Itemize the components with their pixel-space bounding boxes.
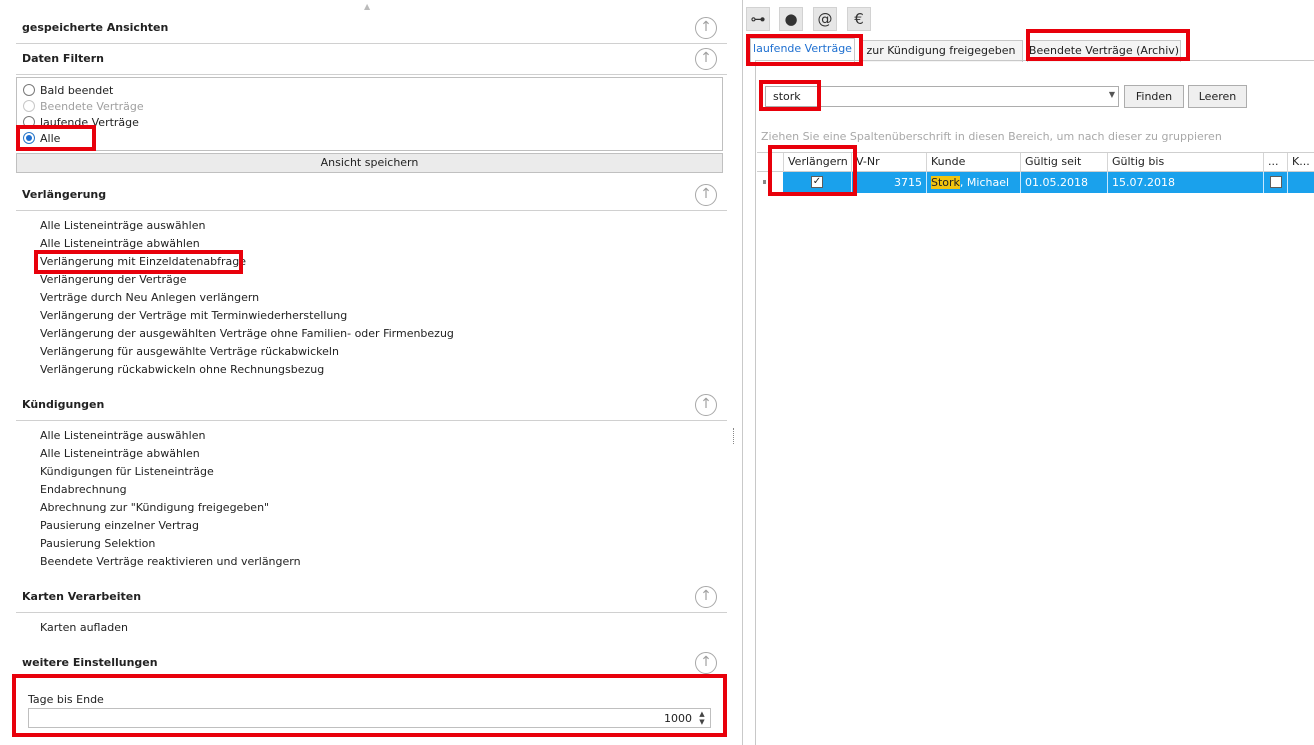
column-header-gueltig-bis[interactable]: Gültig bis	[1107, 153, 1263, 172]
action-link[interactable]: Verlängerung rückabwickeln ohne Rechnung…	[40, 361, 454, 379]
save-view-button[interactable]: Ansicht speichern	[16, 153, 723, 173]
scroll-up-icon[interactable]: ▲	[364, 2, 370, 11]
action-link[interactable]: Verlängerung für ausgewählte Verträge rü…	[40, 343, 454, 361]
action-link[interactable]: Verlängerung der ausgewählten Verträge o…	[40, 325, 454, 343]
days-until-end-label: Tage bis Ende	[28, 693, 104, 706]
collapse-icon[interactable]: ↑	[695, 184, 717, 206]
action-link[interactable]: Endabrechnung	[40, 481, 301, 499]
cancellation-actions: Alle Listeneinträge auswählen Alle Liste…	[40, 427, 301, 571]
column-header-extra[interactable]: ...	[1263, 153, 1287, 172]
group-by-hint: Ziehen Sie eine Spaltenüberschrift in di…	[761, 130, 1222, 143]
radio-icon[interactable]	[23, 116, 35, 128]
section-saved-views[interactable]: gespeicherte Ansichten ↑	[16, 13, 727, 44]
radio-beendete-vertraege: Beendete Verträge	[23, 98, 144, 114]
column-header-verlaengern[interactable]: Verlängern	[783, 153, 851, 172]
radio-label: Beendete Verträge	[40, 99, 144, 113]
radio-icon[interactable]	[23, 84, 35, 96]
radio-label: Bald beendet	[40, 83, 114, 97]
action-link[interactable]: Karten aufladen	[40, 619, 128, 637]
cell-gueltig-seit: 01.05.2018	[1020, 172, 1107, 193]
action-link[interactable]: Verlängerung der Verträge mit Terminwied…	[40, 307, 454, 325]
column-header-gueltig-seit[interactable]: Gültig seit	[1020, 153, 1107, 172]
action-link[interactable]: Pausierung Selektion	[40, 535, 301, 553]
section-cards[interactable]: Karten Verarbeiten ↑	[16, 582, 727, 613]
extra-checkbox[interactable]	[1270, 176, 1282, 188]
renewal-actions: Alle Listeneinträge auswählen Alle Liste…	[40, 217, 454, 379]
radio-alle[interactable]: Alle	[23, 130, 60, 146]
clear-button[interactable]: Leeren	[1188, 85, 1247, 108]
filter-options: Bald beendet Beendete Verträge laufende …	[16, 77, 723, 151]
tab-zur-kuendigung[interactable]: zur Kündigung freigegeben	[859, 40, 1023, 62]
tab-laufende-vertraege[interactable]: laufende Verträge	[750, 38, 855, 62]
radio-icon	[23, 100, 35, 112]
column-header-k[interactable]: K...	[1287, 153, 1314, 172]
left-panel: ▲ gespeicherte Ansichten ↑ Daten Filtern…	[0, 0, 735, 745]
panel-splitter[interactable]	[742, 0, 743, 745]
action-link[interactable]: Alle Listeneinträge auswählen	[40, 427, 301, 445]
radio-laufende-vertraege[interactable]: laufende Verträge	[23, 114, 139, 130]
spinner-icon[interactable]: ▲ ▼	[697, 710, 707, 726]
action-link[interactable]: Pausierung einzelner Vertrag	[40, 517, 301, 535]
action-link[interactable]: Alle Listeneinträge auswählen	[40, 217, 454, 235]
table-row[interactable]: ✓ 3715 Stork, Michael 01.05.2018 15.07.2…	[783, 172, 1314, 193]
action-link[interactable]: Beendete Verträge reaktivieren und verlä…	[40, 553, 301, 571]
section-more-settings[interactable]: weitere Einstellungen ↑	[16, 648, 727, 679]
tab-archiv[interactable]: Beendete Verträge (Archiv)	[1027, 40, 1181, 62]
section-title-cards: Karten Verarbeiten	[22, 590, 142, 603]
section-title-more-settings: weitere Einstellungen	[22, 656, 158, 669]
collapse-icon[interactable]: ↑	[695, 652, 717, 674]
action-link[interactable]: Alle Listeneinträge abwählen	[40, 445, 301, 463]
search-match: Stork	[931, 176, 960, 189]
collapse-icon[interactable]: ↑	[695, 48, 717, 70]
section-title-saved-views: gespeicherte Ansichten	[22, 21, 169, 34]
search-input[interactable]: stork ▼	[765, 86, 1119, 107]
cell-extra[interactable]	[1263, 172, 1287, 193]
cell-vnr: 3715	[851, 172, 926, 193]
column-header-kunde[interactable]: Kunde	[926, 153, 1020, 172]
days-until-end-input[interactable]: 1000 ▲ ▼	[28, 708, 711, 728]
card-actions: Karten aufladen	[40, 619, 128, 637]
action-link[interactable]: Abrechnung zur "Kündigung freigegeben"	[40, 499, 301, 517]
dropdown-arrow-icon[interactable]: ▼	[1109, 90, 1115, 99]
action-link[interactable]: Kündigungen für Listeneinträge	[40, 463, 301, 481]
collapse-icon[interactable]: ↑	[695, 394, 717, 416]
org-chart-icon[interactable]: ⊶	[746, 7, 770, 31]
user-icon[interactable]: ●	[779, 7, 803, 31]
radio-icon[interactable]	[23, 132, 35, 144]
column-header-vnr[interactable]: V-Nr	[851, 153, 926, 172]
cell-kunde: Stork, Michael	[926, 172, 1020, 193]
section-renewal[interactable]: Verlängerung ↑	[16, 180, 727, 211]
action-link[interactable]: Verlängerung mit Einzeldatenabfrage	[40, 253, 454, 271]
cell-verlaengern[interactable]: ✓	[783, 172, 851, 193]
section-title-cancellations: Kündigungen	[22, 398, 105, 411]
radio-label: laufende Verträge	[40, 115, 139, 129]
row-indicator-icon	[763, 180, 766, 184]
splitter-grip-icon[interactable]	[733, 428, 735, 444]
section-cancellations[interactable]: Kündigungen ↑	[16, 390, 727, 421]
at-icon[interactable]: @	[813, 7, 837, 31]
euro-icon[interactable]: €	[847, 7, 871, 31]
radio-bald-beendet[interactable]: Bald beendet	[23, 82, 113, 98]
find-button[interactable]: Finden	[1124, 85, 1184, 108]
section-title-renewal: Verlängerung	[22, 188, 107, 201]
section-title-data-filter: Daten Filtern	[22, 52, 104, 65]
section-data-filter[interactable]: Daten Filtern ↑	[16, 44, 727, 75]
collapse-icon[interactable]: ↑	[695, 586, 717, 608]
kunde-rest: , Michael	[959, 176, 1010, 189]
cell-k	[1287, 172, 1314, 193]
radio-label: Alle	[40, 131, 61, 145]
verlaengern-checkbox[interactable]: ✓	[811, 176, 823, 188]
action-link[interactable]: Verträge durch Neu Anlegen verlängern	[40, 289, 454, 307]
action-link[interactable]: Verlängerung der Verträge	[40, 271, 454, 289]
days-value: 1000	[664, 712, 692, 725]
contract-tabs: laufende Verträge zur Kündigung freigege…	[746, 36, 1314, 62]
search-value: stork	[773, 90, 801, 103]
grid-header: Verlängern V-Nr Kunde Gültig seit Gültig…	[757, 152, 1314, 172]
action-link[interactable]: Alle Listeneinträge abwählen	[40, 235, 454, 253]
collapse-icon[interactable]: ↑	[695, 17, 717, 39]
cell-gueltig-bis: 15.07.2018	[1107, 172, 1263, 193]
